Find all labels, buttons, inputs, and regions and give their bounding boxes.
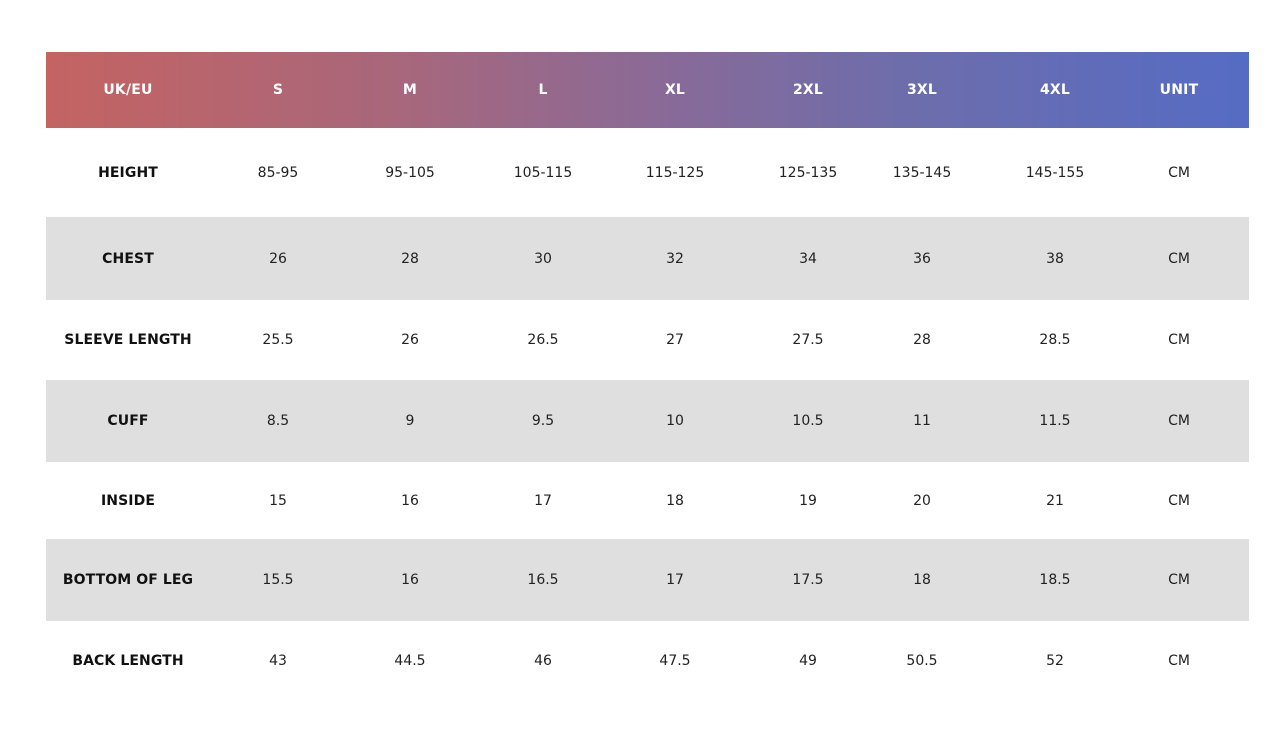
row-label: CHEST bbox=[102, 250, 154, 267]
table-cell: 26 bbox=[269, 250, 287, 267]
table-cell: 26.5 bbox=[527, 332, 559, 348]
unit-cell: CM bbox=[1168, 332, 1190, 348]
unit-cell: CM bbox=[1168, 572, 1190, 588]
header-cell-size-l: L bbox=[538, 82, 548, 98]
table-cell: 36 bbox=[913, 250, 931, 267]
table-cell: 9.5 bbox=[531, 413, 555, 429]
table-row-height: HEIGHT 85-95 95-105 105-115 115-125 125-… bbox=[46, 128, 1249, 217]
table-cell: 44.5 bbox=[394, 652, 426, 669]
table-cell: 49 bbox=[799, 652, 817, 669]
table-cell: 28.5 bbox=[1039, 332, 1071, 348]
header-cell-region: UK/EU bbox=[103, 82, 153, 98]
table-cell: 16.5 bbox=[527, 572, 559, 588]
table-cell: 10.5 bbox=[792, 413, 824, 429]
table-header-row: UK/EU S M L XL 2XL 3XL 4XL UNIT bbox=[46, 52, 1249, 128]
table-cell: 43 bbox=[269, 652, 287, 669]
table-cell: 11.5 bbox=[1039, 413, 1071, 429]
table-cell: 19 bbox=[799, 492, 817, 509]
table-row-back-length: BACK LENGTH 43 44.5 46 47.5 49 50.5 52 C… bbox=[46, 621, 1249, 700]
table-cell: 47.5 bbox=[659, 652, 691, 669]
table-cell: 95-105 bbox=[385, 164, 435, 181]
table-cell: 25.5 bbox=[262, 332, 294, 348]
header-cell-unit: UNIT bbox=[1159, 82, 1199, 98]
row-label: INSIDE bbox=[100, 492, 156, 509]
table-cell: 125-135 bbox=[778, 164, 838, 181]
header-cell-size-s: S bbox=[272, 82, 284, 98]
table-cell: 34 bbox=[799, 250, 817, 267]
table-cell: 38 bbox=[1046, 250, 1064, 267]
table-cell: 135-145 bbox=[892, 164, 952, 181]
table-cell: 30 bbox=[534, 250, 552, 267]
unit-cell: CM bbox=[1168, 652, 1190, 669]
table-cell: 18 bbox=[666, 492, 684, 509]
row-label: BOTTOM OF LEG bbox=[62, 572, 194, 588]
table-row-inside: INSIDE 15 16 17 18 19 20 21 CM bbox=[46, 462, 1249, 539]
table-cell: 15 bbox=[269, 492, 287, 509]
table-cell: 21 bbox=[1046, 492, 1064, 509]
table-cell: 26 bbox=[401, 332, 419, 348]
table-cell: 16 bbox=[401, 492, 419, 509]
table-cell: 20 bbox=[913, 492, 931, 509]
row-label: CUFF bbox=[107, 413, 149, 429]
table-cell: 9 bbox=[405, 413, 415, 429]
table-cell: 17 bbox=[666, 572, 684, 588]
table-cell: 8.5 bbox=[266, 413, 290, 429]
unit-cell: CM bbox=[1168, 413, 1190, 429]
table-cell: 27 bbox=[666, 332, 684, 348]
table-cell: 18 bbox=[913, 572, 931, 588]
table-cell: 28 bbox=[401, 250, 419, 267]
table-cell: 145-155 bbox=[1025, 164, 1085, 181]
header-cell-size-4xl: 4XL bbox=[1039, 82, 1071, 98]
table-row-bottom-of-leg: BOTTOM OF LEG 15.5 16 16.5 17 17.5 18 18… bbox=[46, 539, 1249, 621]
table-cell: 28 bbox=[913, 332, 931, 348]
header-cell-size-xl: XL bbox=[664, 82, 686, 98]
table-cell: 52 bbox=[1046, 652, 1064, 669]
header-cell-size-2xl: 2XL bbox=[792, 82, 824, 98]
size-chart-table: UK/EU S M L XL 2XL 3XL 4XL UNIT HEIGHT 8… bbox=[46, 52, 1249, 700]
header-cell-size-3xl: 3XL bbox=[906, 82, 938, 98]
table-cell: 11 bbox=[913, 413, 931, 429]
table-cell: 105-115 bbox=[513, 164, 573, 181]
table-row-chest: CHEST 26 28 30 32 34 36 38 CM bbox=[46, 217, 1249, 300]
table-cell: 17.5 bbox=[792, 572, 824, 588]
table-cell: 15.5 bbox=[262, 572, 294, 588]
row-label: SLEEVE LENGTH bbox=[64, 332, 192, 348]
unit-cell: CM bbox=[1168, 164, 1190, 181]
table-cell: 115-125 bbox=[645, 164, 705, 181]
table-cell: 10 bbox=[666, 413, 684, 429]
header-cell-size-m: M bbox=[402, 82, 418, 98]
table-cell: 50.5 bbox=[906, 652, 938, 669]
row-label: HEIGHT bbox=[98, 164, 158, 181]
table-cell: 27.5 bbox=[792, 332, 824, 348]
unit-cell: CM bbox=[1168, 492, 1190, 509]
row-label: BACK LENGTH bbox=[72, 652, 184, 669]
table-cell: 16 bbox=[401, 572, 419, 588]
table-cell: 18.5 bbox=[1039, 572, 1071, 588]
table-cell: 17 bbox=[534, 492, 552, 509]
table-row-cuff: CUFF 8.5 9 9.5 10 10.5 11 11.5 CM bbox=[46, 380, 1249, 462]
table-cell: 32 bbox=[666, 250, 684, 267]
table-row-sleeve-length: SLEEVE LENGTH 25.5 26 26.5 27 27.5 28 28… bbox=[46, 300, 1249, 380]
table-cell: 85-95 bbox=[257, 164, 299, 181]
unit-cell: CM bbox=[1168, 250, 1190, 267]
table-cell: 46 bbox=[534, 652, 552, 669]
